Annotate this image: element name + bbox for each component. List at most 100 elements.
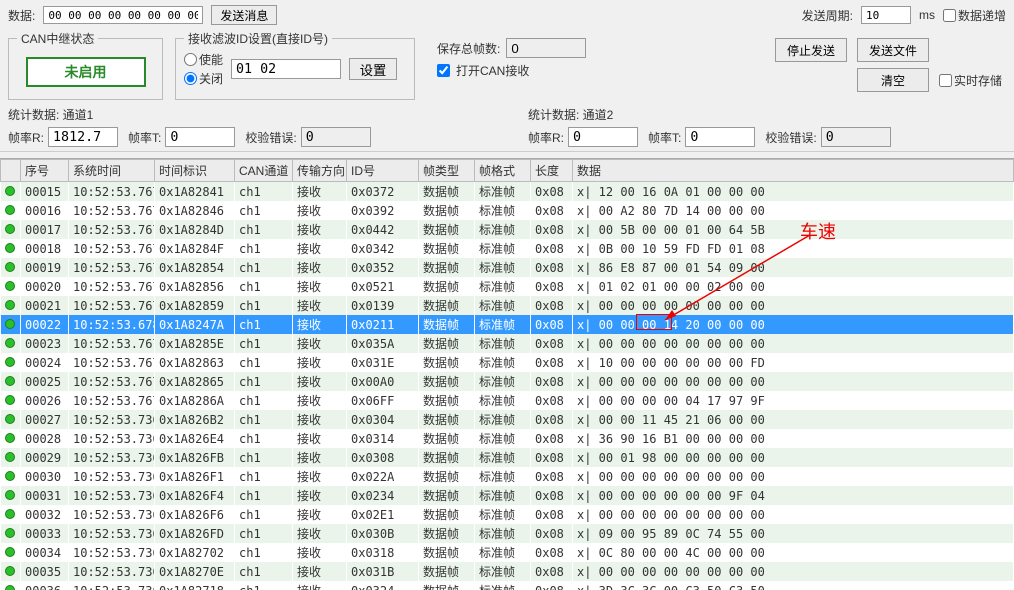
relay-legend: CAN中继状态 <box>17 30 98 47</box>
table-row[interactable]: 0002610:52:53.7670x1A8286Ach1接收0x06FF数据帧… <box>1 391 1014 410</box>
hdr-fformat[interactable]: 帧格式 <box>475 160 531 182</box>
hdr-data[interactable]: 数据 <box>573 160 1014 182</box>
row-time: 10:52:53.736 <box>69 562 155 581</box>
row-data: x| 01 02 01 00 00 02 00 00 <box>573 277 1014 296</box>
stats2-rate-r[interactable] <box>568 127 638 147</box>
table-row[interactable]: 0002810:52:53.7360x1A826E4ch1接收0x0314数据帧… <box>1 429 1014 448</box>
filter-enable-radio[interactable] <box>184 53 197 66</box>
stop-send-button[interactable]: 停止发送 <box>775 38 847 62</box>
row-ff: 标准帧 <box>475 315 531 334</box>
filter-set-button[interactable]: 设置 <box>349 58 397 80</box>
table-row[interactable]: 0002510:52:53.7670x1A82865ch1接收0x00A0数据帧… <box>1 372 1014 391</box>
row-id: 0x0308 <box>347 448 419 467</box>
row-seq: 00036 <box>21 581 69 590</box>
data-incr-checkbox[interactable] <box>943 9 956 22</box>
stats1-rate-t-label: 帧率T: <box>128 129 161 146</box>
hdr-chan[interactable]: CAN通道 <box>235 160 293 182</box>
row-ft: 数据帧 <box>419 467 475 486</box>
table-row[interactable]: 0002210:52:53.6780x1A8247Ach1接收0x0211数据帧… <box>1 315 1014 334</box>
hdr-dot[interactable] <box>1 160 21 182</box>
table-row[interactable]: 0002710:52:53.7360x1A826B2ch1接收0x0304数据帧… <box>1 410 1014 429</box>
row-data: x| 00 00 00 00 00 00 9F 04 <box>573 486 1014 505</box>
table-row[interactable]: 0002310:52:53.7670x1A8285Ech1接收0x035A数据帧… <box>1 334 1014 353</box>
stats2-err <box>821 127 891 147</box>
row-dot <box>1 277 21 296</box>
row-stamp: 0x1A82854 <box>155 258 235 277</box>
row-id: 0x0304 <box>347 410 419 429</box>
row-ft: 数据帧 <box>419 543 475 562</box>
table-row[interactable]: 0002910:52:53.7360x1A826FBch1接收0x0308数据帧… <box>1 448 1014 467</box>
table-row[interactable]: 0003310:52:53.7360x1A826FDch1接收0x030B数据帧… <box>1 524 1014 543</box>
table-row[interactable]: 0003010:52:53.7360x1A826F1ch1接收0x022A数据帧… <box>1 467 1014 486</box>
realtime-store-checkbox[interactable] <box>939 74 952 87</box>
hdr-stamp[interactable]: 时间标识 <box>155 160 235 182</box>
table-row[interactable]: 0001810:52:53.7670x1A8284Fch1接收0x0342数据帧… <box>1 239 1014 258</box>
row-id: 0x030B <box>347 524 419 543</box>
row-dot <box>1 410 21 429</box>
table-row[interactable]: 0001610:52:53.7670x1A82846ch1接收0x0392数据帧… <box>1 201 1014 220</box>
table-row[interactable]: 0002010:52:53.7670x1A82856ch1接收0x0521数据帧… <box>1 277 1014 296</box>
table-row[interactable]: 0001510:52:53.7670x1A82841ch1接收0x0372数据帧… <box>1 182 1014 202</box>
stats1-err <box>301 127 371 147</box>
hdr-len[interactable]: 长度 <box>531 160 573 182</box>
row-seq: 00019 <box>21 258 69 277</box>
row-time: 10:52:53.736 <box>69 467 155 486</box>
row-stamp: 0x1A82846 <box>155 201 235 220</box>
row-ft: 数据帧 <box>419 353 475 372</box>
row-dot <box>1 315 21 334</box>
data-table[interactable]: 序号 系统时间 时间标识 CAN通道 传输方向 ID号 帧类型 帧格式 长度 数… <box>0 159 1014 590</box>
row-data: x| 00 5B 00 00 01 00 64 5B <box>573 220 1014 239</box>
row-ff: 标准帧 <box>475 296 531 315</box>
clear-button[interactable]: 清空 <box>857 68 929 92</box>
table-row[interactable]: 0003510:52:53.7360x1A8270Ech1接收0x031B数据帧… <box>1 562 1014 581</box>
table-row[interactable]: 0001910:52:53.7670x1A82854ch1接收0x0352数据帧… <box>1 258 1014 277</box>
table-row[interactable]: 0003210:52:53.7360x1A826F6ch1接收0x02E1数据帧… <box>1 505 1014 524</box>
row-ff: 标准帧 <box>475 182 531 202</box>
hdr-systime[interactable]: 系统时间 <box>69 160 155 182</box>
period-input[interactable] <box>861 6 911 24</box>
table-row[interactable]: 0003610:52:53.7360x1A82718ch1接收0x0324数据帧… <box>1 581 1014 590</box>
table-row[interactable]: 0003110:52:53.7360x1A826F4ch1接收0x0234数据帧… <box>1 486 1014 505</box>
row-dir: 接收 <box>293 581 347 590</box>
row-seq: 00021 <box>21 296 69 315</box>
hdr-id[interactable]: ID号 <box>347 160 419 182</box>
row-seq: 00026 <box>21 391 69 410</box>
stats2-rate-t[interactable] <box>685 127 755 147</box>
table-row[interactable]: 0002410:52:53.7670x1A82863ch1接收0x031E数据帧… <box>1 353 1014 372</box>
row-id: 0x02E1 <box>347 505 419 524</box>
filter-close-radio[interactable] <box>184 72 197 85</box>
table-row[interactable]: 0003410:52:53.7360x1A82702ch1接收0x0318数据帧… <box>1 543 1014 562</box>
row-ff: 标准帧 <box>475 258 531 277</box>
hdr-dir[interactable]: 传输方向 <box>293 160 347 182</box>
hdr-seq[interactable]: 序号 <box>21 160 69 182</box>
row-ff: 标准帧 <box>475 505 531 524</box>
row-data: x| 00 00 00 14 20 00 00 00 <box>573 315 1014 334</box>
row-time: 10:52:53.736 <box>69 410 155 429</box>
row-seq: 00030 <box>21 467 69 486</box>
row-data: x| 00 00 00 00 00 00 00 00 <box>573 296 1014 315</box>
row-len: 0x08 <box>531 391 573 410</box>
hdr-ftype[interactable]: 帧类型 <box>419 160 475 182</box>
table-row[interactable]: 0001710:52:53.7670x1A8284Dch1接收0x0442数据帧… <box>1 220 1014 239</box>
stats1-rate-t[interactable] <box>165 127 235 147</box>
row-data: x| 10 00 00 00 00 00 00 FD <box>573 353 1014 372</box>
send-msg-button[interactable]: 发送消息 <box>211 5 277 25</box>
row-ft: 数据帧 <box>419 315 475 334</box>
row-time: 10:52:53.767 <box>69 372 155 391</box>
row-dot <box>1 296 21 315</box>
relay-button[interactable]: 未启用 <box>26 57 146 87</box>
data-input[interactable] <box>43 6 203 24</box>
row-ft: 数据帧 <box>419 372 475 391</box>
row-time: 10:52:53.767 <box>69 220 155 239</box>
open-can-recv-checkbox[interactable] <box>437 64 450 77</box>
stats1-rate-r[interactable] <box>48 127 118 147</box>
send-file-button[interactable]: 发送文件 <box>857 38 929 62</box>
row-ft: 数据帧 <box>419 524 475 543</box>
row-len: 0x08 <box>531 562 573 581</box>
row-time: 10:52:53.767 <box>69 201 155 220</box>
row-time: 10:52:53.767 <box>69 391 155 410</box>
table-row[interactable]: 0002110:52:53.7670x1A82859ch1接收0x0139数据帧… <box>1 296 1014 315</box>
row-dir: 接收 <box>293 353 347 372</box>
filter-ids-input[interactable] <box>231 59 341 79</box>
row-dir: 接收 <box>293 391 347 410</box>
